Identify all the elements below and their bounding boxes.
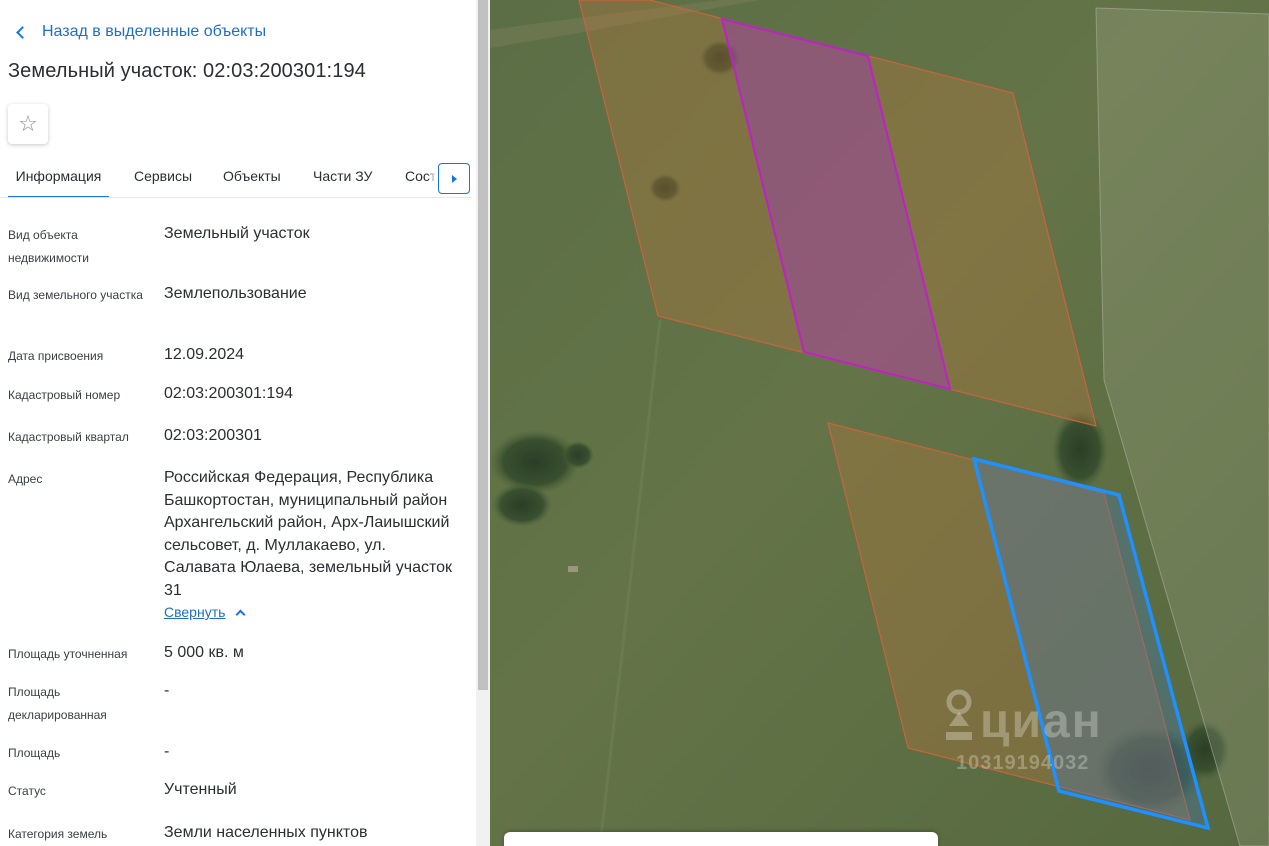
satellite-map xyxy=(490,0,1269,846)
tab-objects[interactable]: Объекты xyxy=(223,156,281,197)
chevron-up-icon xyxy=(235,609,246,620)
field-label-area: Площадь xyxy=(8,746,61,760)
field-value-object-type: Земельный участок xyxy=(164,225,310,242)
field-value-land-category: Земли населенных пунктов xyxy=(164,824,368,841)
back-link[interactable]: Назад в выделенные объекты xyxy=(10,19,266,45)
caret-right-icon xyxy=(451,174,457,183)
field-value-assign-date: 12.09.2024 xyxy=(164,346,245,363)
star-icon: ☆ xyxy=(18,111,38,136)
favorite-button[interactable]: ☆ xyxy=(8,104,48,144)
field-label-area-refined: Площадь уточненная xyxy=(8,647,128,661)
field-value-cadastral-number: 02:03:200301:194 xyxy=(164,385,294,402)
page-title: Земельный участок: 02:03:200301:194 xyxy=(8,60,366,82)
field-label-cadastral-quarter: Кадастровый квартал xyxy=(8,430,129,444)
tree-cluster xyxy=(562,441,594,469)
field-label-object-type: Вид объекта недвижимости xyxy=(8,228,89,265)
field-object xyxy=(568,566,578,572)
field-value-area-refined: 5 000 кв. м xyxy=(164,644,244,661)
field-label-area-declared: Площадь декларированная xyxy=(8,685,107,722)
field-label-status: Статус xyxy=(8,784,46,798)
map-view[interactable] xyxy=(490,0,1269,846)
field-value-land-type: Землепользование xyxy=(164,285,307,302)
field-value-status: Учтенный xyxy=(164,781,237,798)
info-panel: Назад в выделенные объекты Земельный уча… xyxy=(0,0,476,846)
tab-parts[interactable]: Части ЗУ xyxy=(313,156,372,197)
field-value-cadastral-quarter: 02:03:200301 xyxy=(164,427,262,444)
field-value-area: - xyxy=(164,743,170,760)
field-label-address: Адрес xyxy=(8,472,43,486)
collapse-link[interactable]: Свернуть xyxy=(164,604,246,620)
field-label-cadastral-number: Кадастровый номер xyxy=(8,388,121,402)
tree-cluster xyxy=(492,483,552,527)
field-value-address: Российская Федерация, Республика Башкорт… xyxy=(164,469,453,599)
field-label-land-type: Вид земельного участка xyxy=(8,288,143,302)
panel-scrollbar-thumb[interactable] xyxy=(478,0,488,690)
chevron-left-icon xyxy=(16,25,29,39)
back-link-label: Назад в выделенные объекты xyxy=(42,23,267,40)
tab-services[interactable]: Сервисы xyxy=(134,156,192,197)
map-bottom-card[interactable] xyxy=(504,832,938,846)
tab-bar: Информация Сервисы Объекты Части ЗУ Сост… xyxy=(0,156,472,198)
tabs-scroll-right-button[interactable] xyxy=(438,163,470,194)
collapse-link-label: Свернуть xyxy=(164,604,226,620)
field-value-area-declared: - xyxy=(164,682,170,699)
field-label-land-category: Категория земель xyxy=(8,827,108,841)
tab-information[interactable]: Информация xyxy=(8,156,109,197)
field-label-assign-date: Дата присвоения xyxy=(8,349,104,363)
